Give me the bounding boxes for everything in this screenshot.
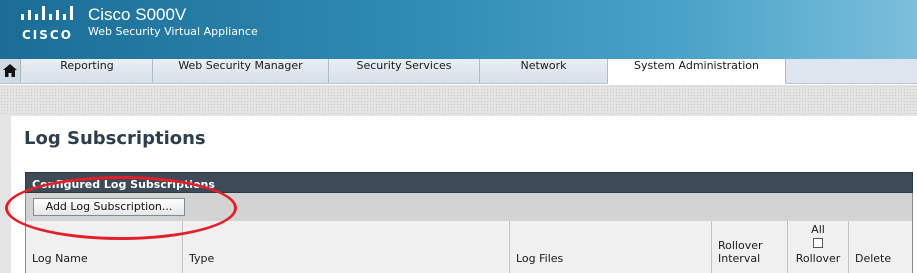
home-icon xyxy=(3,64,17,77)
product-name: Cisco S000V xyxy=(88,5,187,24)
table-header: Log Name Type Log Files Rollover Interva… xyxy=(25,221,913,273)
column-label-delete: Delete xyxy=(855,252,892,265)
column-header-rollover-interval[interactable]: Rollover Interval xyxy=(712,221,788,273)
tab-network[interactable]: Network xyxy=(480,59,608,83)
page-title: Log Subscriptions xyxy=(24,128,206,149)
column-header-log-files[interactable]: Log Files xyxy=(510,221,712,273)
app-header: CISCO Cisco S000V Web Security Virtual A… xyxy=(0,0,917,59)
tab-reporting[interactable]: Reporting xyxy=(22,59,153,83)
column-header-delete: Delete xyxy=(849,221,913,273)
column-header-type[interactable]: Type xyxy=(183,221,510,273)
column-header-log-name[interactable]: Log Name xyxy=(26,221,183,273)
panel-toolbar: Add Log Subscription... xyxy=(25,193,913,221)
product-subtitle: Web Security Virtual Appliance xyxy=(88,25,258,38)
select-all-checkbox[interactable] xyxy=(813,238,823,248)
content-margin xyxy=(0,116,11,273)
panel-title: Configured Log Subscriptions xyxy=(25,172,913,193)
cisco-logo-text: CISCO xyxy=(22,28,73,42)
select-all-label: All xyxy=(811,223,825,236)
tab-web-security-manager[interactable]: Web Security Manager xyxy=(153,59,329,83)
column-label-rollover: Rollover xyxy=(795,252,841,265)
column-label-type: Type xyxy=(189,252,215,265)
main-nav: Reporting Web Security Manager Security … xyxy=(0,59,917,84)
select-all-wrap: All xyxy=(788,223,848,251)
rollover-interval-line-2: Interval xyxy=(718,252,761,265)
cisco-bars-icon xyxy=(21,6,73,20)
column-label-log-name: Log Name xyxy=(32,252,88,265)
cisco-logo: CISCO xyxy=(20,6,78,42)
home-button[interactable] xyxy=(0,59,21,83)
toolbar-band xyxy=(0,85,917,116)
rollover-interval-line-1: Rollover xyxy=(718,239,763,252)
column-label-rollover-interval: Rollover Interval xyxy=(718,239,763,265)
add-log-subscription-button[interactable]: Add Log Subscription... xyxy=(33,198,185,216)
tab-system-administration[interactable]: System Administration xyxy=(608,59,786,84)
column-label-log-files: Log Files xyxy=(516,252,564,265)
tab-security-services[interactable]: Security Services xyxy=(329,59,480,83)
column-header-rollover: All Rollover xyxy=(788,221,849,273)
